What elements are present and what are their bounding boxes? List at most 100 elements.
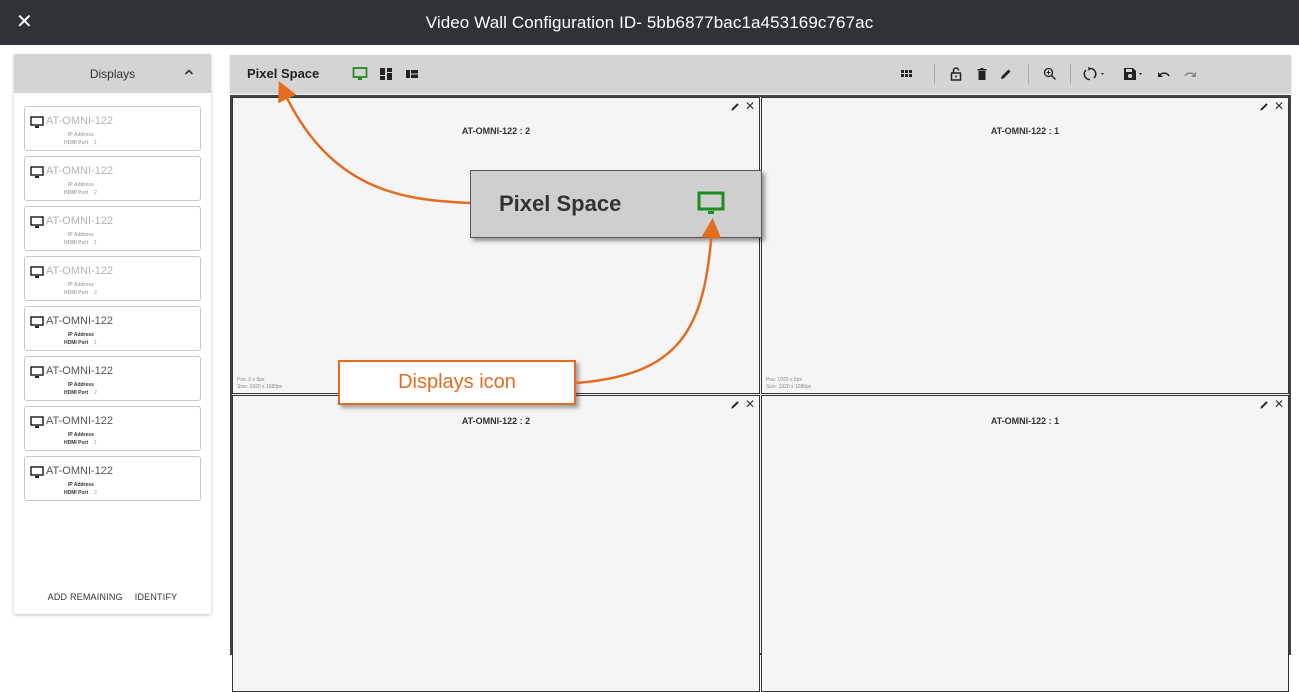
- display-card-ip: IP Address: [68, 482, 94, 488]
- display-tile[interactable]: AT-OMNI-122 : 1 ✕ Pos: 1920 x 0px Size: …: [761, 97, 1289, 394]
- identify-button[interactable]: IDENTIFY: [135, 592, 178, 602]
- toolbar-divider: [934, 64, 935, 84]
- port-label: HDMI Port: [64, 240, 89, 246]
- display-card-name: AT-OMNI-122: [46, 215, 114, 227]
- monitor-icon: [30, 416, 44, 428]
- display-card-ip: IP Address: [68, 282, 94, 288]
- port-label: HDMI Port: [64, 290, 89, 296]
- chevron-up-icon[interactable]: [183, 66, 195, 78]
- add-remaining-button[interactable]: ADD REMAINING: [48, 592, 123, 602]
- display-card-ip: IP Address: [68, 232, 94, 238]
- grid-view-icon[interactable]: [404, 66, 420, 82]
- display-card-port: HDMI Port 2: [64, 390, 97, 396]
- edit-icon[interactable]: [998, 66, 1014, 82]
- display-card-name: AT-OMNI-122: [46, 115, 114, 127]
- display-card-ip: IP Address: [68, 382, 94, 388]
- edit-icon[interactable]: [730, 101, 741, 112]
- displays-panel-header[interactable]: Displays: [14, 54, 211, 93]
- delete-icon[interactable]: [974, 66, 990, 82]
- edit-icon[interactable]: [1259, 101, 1270, 112]
- port-number: 2: [94, 390, 97, 396]
- display-card[interactable]: AT-OMNI-122 IP Address HDMI Port 1: [24, 406, 201, 451]
- port-label: HDMI Port: [64, 390, 89, 396]
- tile-name: AT-OMNI-122 : 1: [990, 416, 1060, 426]
- display-card-list: AT-OMNI-122 IP Address HDMI Port 1 AT-OMNI-1…: [14, 93, 211, 501]
- redo-icon[interactable]: [1182, 66, 1198, 82]
- displays-panel-title: Displays: [89, 66, 136, 81]
- port-label: HDMI Port: [64, 440, 89, 446]
- display-card[interactable]: AT-OMNI-122 IP Address HDMI Port 1: [24, 206, 201, 251]
- zoom-in-icon[interactable]: [1042, 66, 1058, 82]
- close-icon[interactable]: ✕: [745, 100, 755, 112]
- display-card-port: HDMI Port 2: [64, 190, 97, 196]
- sidebar-actions: ADD REMAINING IDENTIFY: [14, 592, 211, 602]
- display-card[interactable]: AT-OMNI-122 IP Address HDMI Port 1: [24, 306, 201, 351]
- display-card-port: HDMI Port 2: [64, 490, 97, 496]
- display-card-name: AT-OMNI-122: [46, 465, 114, 477]
- port-number: 1: [94, 240, 97, 246]
- display-card-port: HDMI Port 1: [64, 440, 97, 446]
- close-icon[interactable]: ✕: [1274, 100, 1284, 112]
- apps-grid-icon[interactable]: [898, 66, 914, 82]
- edit-icon[interactable]: [1259, 399, 1270, 410]
- port-number: 1: [94, 440, 97, 446]
- port-number: 2: [94, 290, 97, 296]
- display-card-ip: IP Address: [68, 182, 94, 188]
- close-icon[interactable]: ✕: [745, 398, 755, 410]
- display-card[interactable]: AT-OMNI-122 IP Address HDMI Port 2: [24, 356, 201, 401]
- save-icon[interactable]: [1122, 66, 1148, 82]
- tile-tools: ✕: [730, 100, 755, 112]
- pixel-space-callout: Pixel Space: [470, 170, 762, 238]
- display-card[interactable]: AT-OMNI-122 IP Address HDMI Port 1: [24, 106, 201, 151]
- monitor-icon[interactable]: [352, 66, 368, 82]
- display-tile[interactable]: AT-OMNI-122 : 1 ✕: [761, 395, 1289, 692]
- display-card[interactable]: AT-OMNI-122 IP Address HDMI Port 2: [24, 156, 201, 201]
- port-number: 1: [94, 340, 97, 346]
- undo-icon[interactable]: [1156, 66, 1172, 82]
- monitor-icon: [697, 191, 725, 214]
- monitor-icon: [30, 116, 44, 128]
- sync-icon[interactable]: [1082, 66, 1108, 82]
- tile-name: AT-OMNI-122 : 2: [461, 416, 531, 426]
- display-card-name: AT-OMNI-122: [46, 165, 114, 177]
- display-card-port: HDMI Port 2: [64, 290, 97, 296]
- edit-icon[interactable]: [730, 399, 741, 410]
- tile-tools: ✕: [1259, 100, 1284, 112]
- toolbar-divider: [1028, 64, 1029, 84]
- monitor-icon: [30, 266, 44, 278]
- monitor-icon: [30, 366, 44, 378]
- display-card-port: HDMI Port 1: [64, 340, 97, 346]
- display-card-port: HDMI Port 1: [64, 140, 97, 146]
- display-card-ip: IP Address: [68, 132, 94, 138]
- display-card[interactable]: AT-OMNI-122 IP Address HDMI Port 2: [24, 256, 201, 301]
- tile-size: Size: 1920 x 1080px: [766, 384, 812, 390]
- dashboard-icon[interactable]: [378, 66, 394, 82]
- close-icon[interactable]: ✕: [16, 12, 33, 32]
- monitor-icon: [30, 216, 44, 228]
- monitor-icon: [30, 316, 44, 328]
- tile-size: Size: 1920 x 1080px: [237, 384, 283, 390]
- tile-tools: ✕: [1259, 398, 1284, 410]
- tile-position: Pos: 1920 x 0px: [766, 377, 802, 383]
- tile-position: Pos: 0 x 0px: [237, 377, 265, 383]
- port-number: 2: [94, 490, 97, 496]
- display-tile[interactable]: AT-OMNI-122 : 2 ✕ Pos: 0 x 0px Size: 192…: [232, 97, 760, 394]
- port-number: 2: [94, 190, 97, 196]
- monitor-icon: [30, 466, 44, 478]
- canvas-toolbar: Pixel Space: [230, 55, 1291, 93]
- pixel-space-label: Pixel Space: [247, 66, 320, 81]
- unlock-icon[interactable]: [948, 66, 964, 82]
- monitor-icon: [30, 166, 44, 178]
- display-card-port: HDMI Port 1: [64, 240, 97, 246]
- close-icon[interactable]: ✕: [1274, 398, 1284, 410]
- display-card-name: AT-OMNI-122: [46, 415, 114, 427]
- port-number: 1: [94, 140, 97, 146]
- callout-label: Pixel Space: [499, 191, 622, 216]
- display-tile[interactable]: AT-OMNI-122 : 2 ✕: [232, 395, 760, 692]
- port-label: HDMI Port: [64, 190, 89, 196]
- port-label: HDMI Port: [64, 490, 89, 496]
- display-card-name: AT-OMNI-122: [46, 265, 114, 277]
- display-card-ip: IP Address: [68, 332, 94, 338]
- tile-tools: ✕: [730, 398, 755, 410]
- display-card[interactable]: AT-OMNI-122 IP Address HDMI Port 2: [24, 456, 201, 501]
